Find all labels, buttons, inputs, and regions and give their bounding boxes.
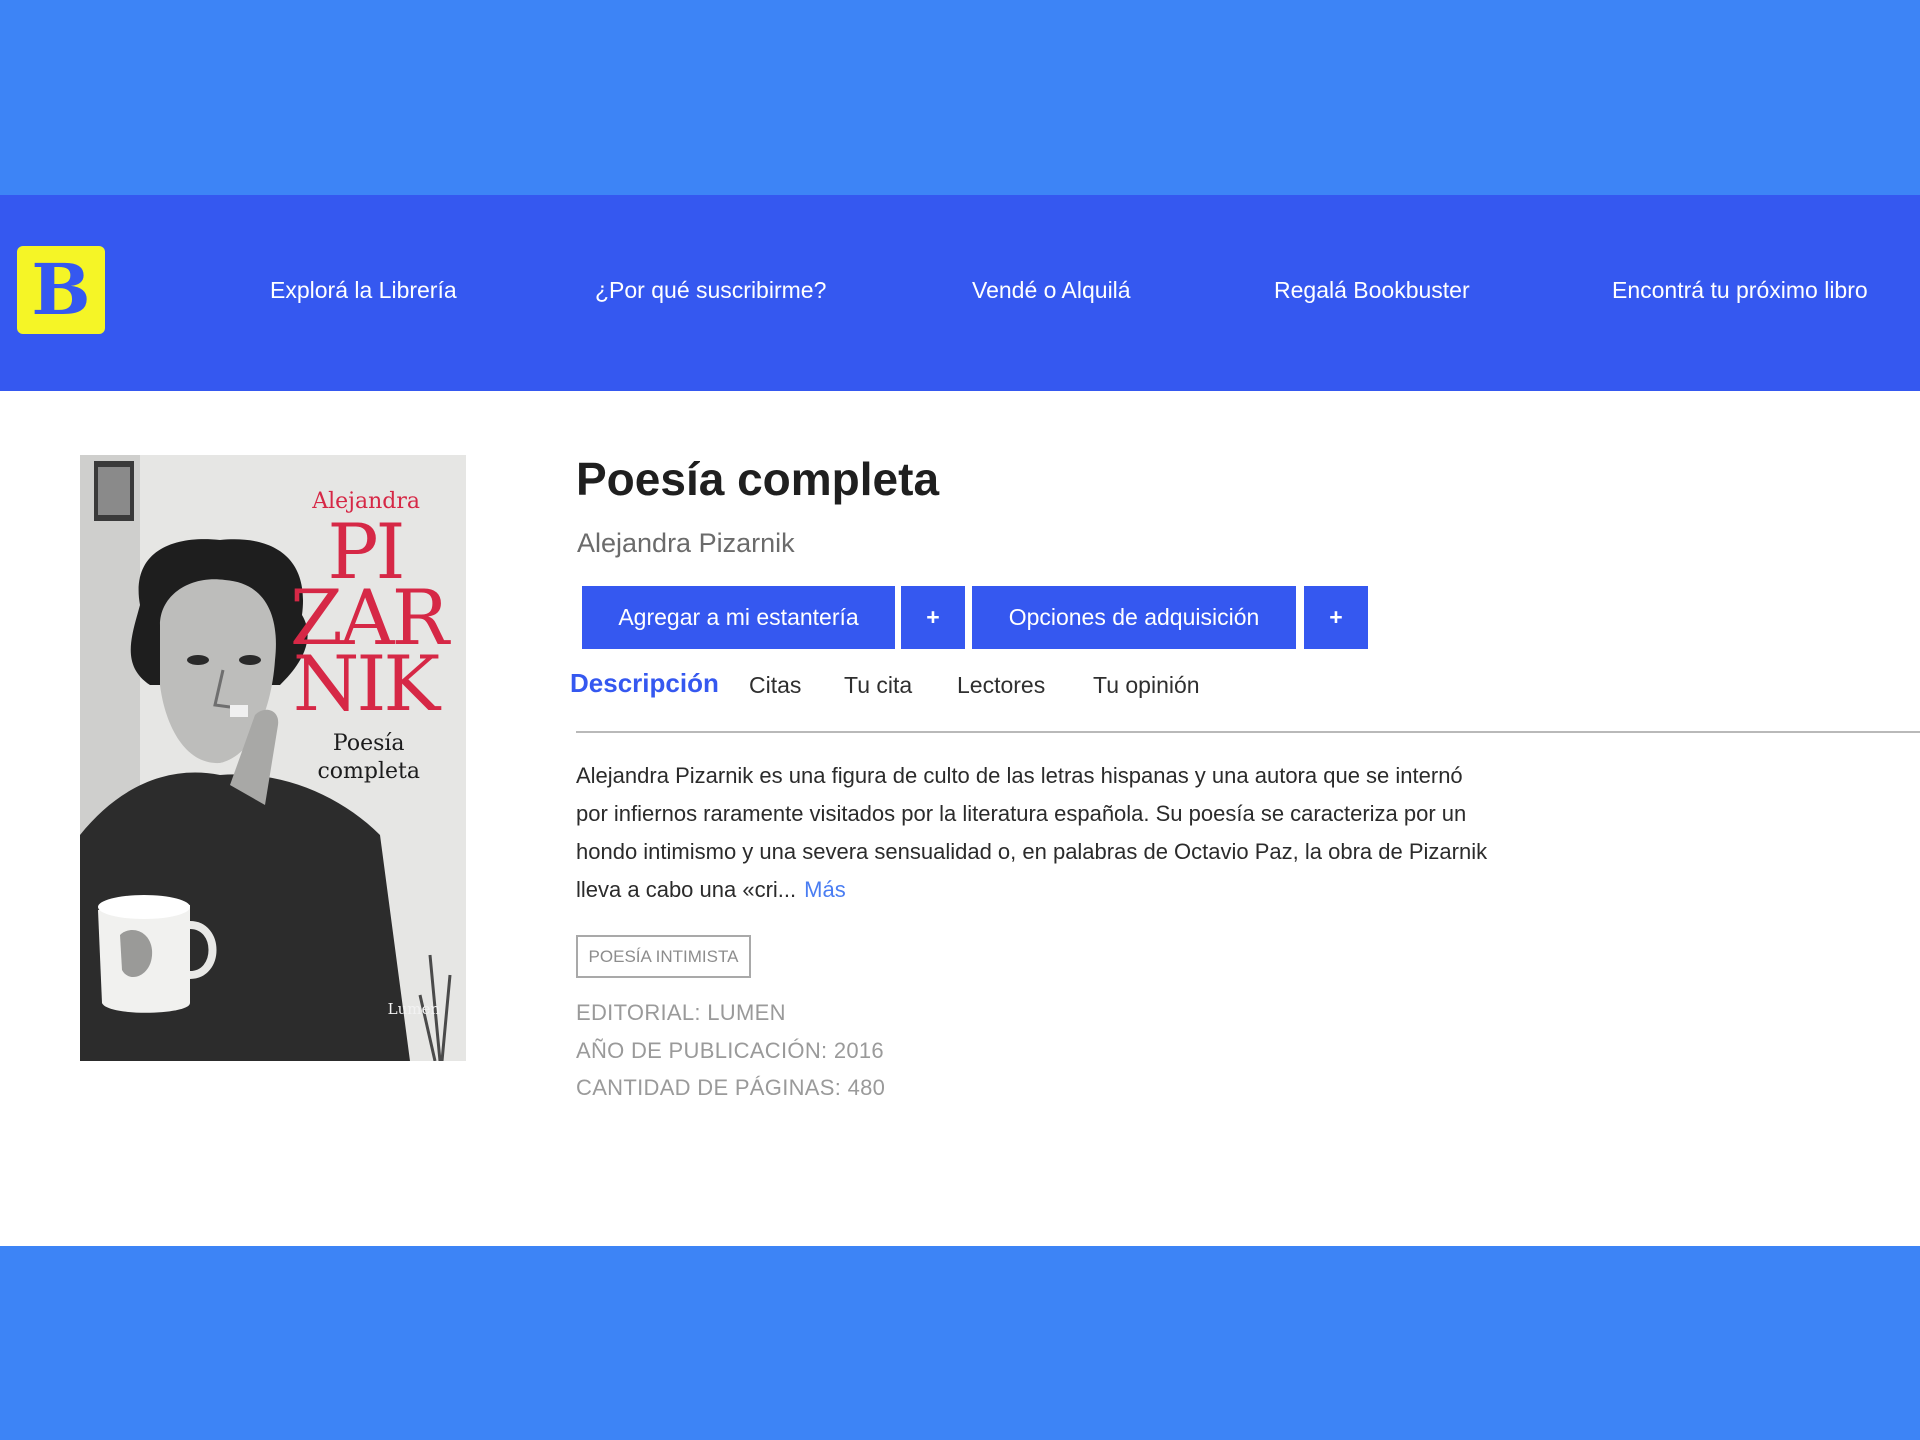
tab-quotes[interactable]: Citas [749, 668, 801, 702]
tab-description[interactable]: Descripción [570, 666, 719, 700]
tab-readers[interactable]: Lectores [957, 668, 1045, 702]
book-description: Alejandra Pizarnik es una figura de cult… [576, 757, 1496, 909]
description-text: Alejandra Pizarnik es una figura de cult… [576, 763, 1488, 902]
bookbuster-logo[interactable]: B [17, 246, 105, 334]
book-author[interactable]: Alejandra Pizarnik [577, 528, 795, 559]
genre-tag[interactable]: POESÍA INTIMISTA [576, 935, 751, 978]
cover-subtitle: Poesía completa [317, 730, 420, 786]
book-cover: Alejandra PI ZAR NIK Poesía completa Lum… [80, 455, 466, 1061]
top-background-band [0, 0, 1920, 195]
acquisition-more-button[interactable]: + [1304, 586, 1368, 649]
nav-find-next-book[interactable]: Encontrá tu próximo libro [1612, 272, 1868, 308]
meta-page-count: CANTIDAD DE PÁGINAS: 480 [576, 1075, 886, 1100]
add-to-shelf-button[interactable]: Agregar a mi estantería [582, 586, 895, 649]
shelf-more-button[interactable]: + [901, 586, 965, 649]
tab-your-review[interactable]: Tu opinión [1093, 668, 1200, 702]
book-title: Poesía completa [576, 453, 940, 505]
nav-why-subscribe[interactable]: ¿Por qué suscribirme? [595, 272, 826, 308]
read-more-link[interactable]: Más [804, 877, 846, 902]
bottom-background-band [0, 1246, 1920, 1440]
cover-author-last-line: NIK [292, 639, 440, 728]
tabs-divider [576, 731, 1920, 733]
cover-author-last-name: PI ZAR NIK [290, 514, 449, 728]
meta-publisher: EDITORIAL: LUMEN [576, 1000, 786, 1025]
nav-gift-bookbuster[interactable]: Regalá Bookbuster [1274, 272, 1470, 308]
cover-subtitle-line: Poesía [332, 731, 405, 756]
cover-publisher: Lumen [387, 1000, 440, 1018]
meta-publication-year: AÑO DE PUBLICACIÓN: 2016 [576, 1038, 884, 1063]
tab-your-quote[interactable]: Tu cita [844, 668, 912, 702]
nav-explore-library[interactable]: Explorá la Librería [270, 272, 457, 308]
cover-subtitle-line: completa [317, 759, 420, 784]
acquisition-options-button[interactable]: Opciones de adquisición [972, 586, 1296, 649]
nav-sell-or-rent[interactable]: Vendé o Alquilá [972, 272, 1131, 308]
